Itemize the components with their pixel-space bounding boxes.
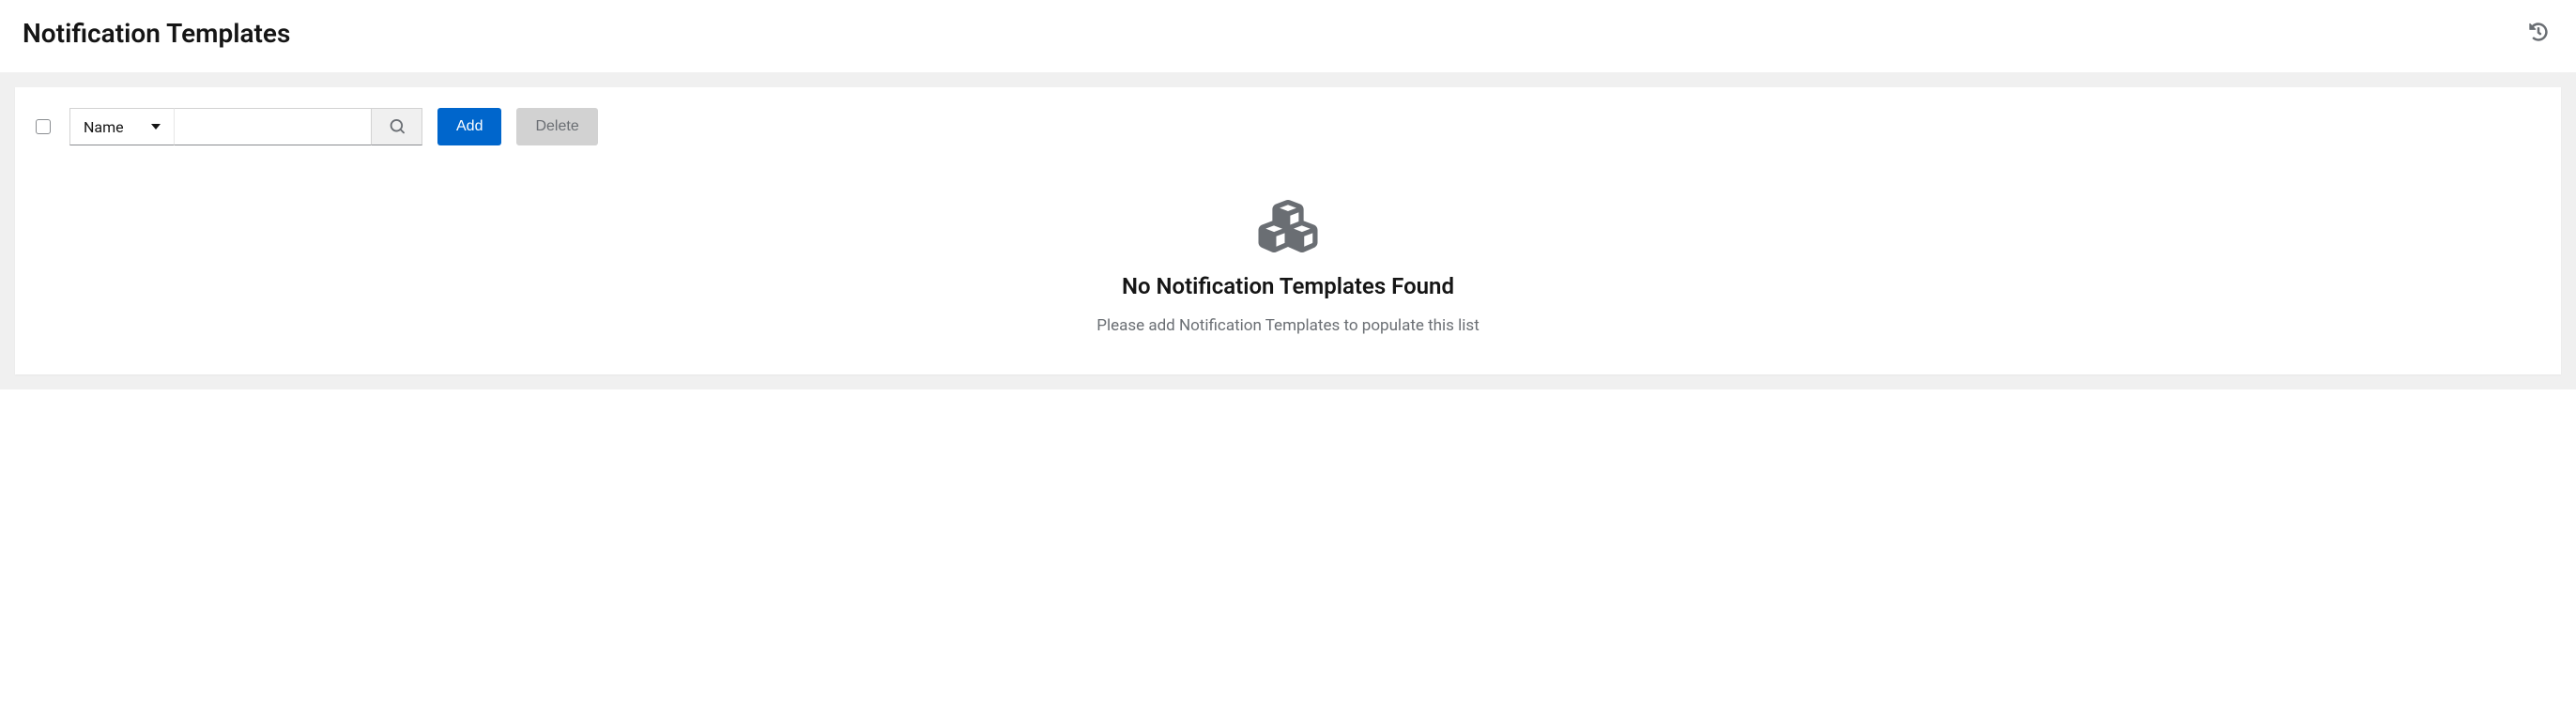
history-icon (2529, 23, 2548, 41)
empty-state-title: No Notification Templates Found (36, 273, 2540, 299)
content-area: Name Add Delete No Notification Templa (0, 72, 2576, 389)
empty-state-description: Please add Notification Templates to pop… (36, 316, 2540, 335)
search-button[interactable] (372, 108, 422, 145)
delete-button[interactable]: Delete (516, 108, 597, 145)
filter-field-label: Name (84, 118, 124, 136)
history-button[interactable] (2523, 17, 2553, 50)
search-icon (390, 119, 405, 134)
content-card: Name Add Delete No Notification Templa (15, 87, 2561, 374)
cubes-icon (1258, 200, 1318, 256)
search-input[interactable] (175, 108, 372, 145)
search-group: Name (69, 108, 422, 145)
page-title: Notification Templates (23, 18, 290, 49)
add-button[interactable]: Add (437, 108, 501, 145)
toolbar: Name Add Delete (36, 108, 2540, 145)
caret-down-icon (151, 124, 161, 130)
filter-field-select[interactable]: Name (69, 108, 175, 145)
empty-state: No Notification Templates Found Please a… (36, 191, 2540, 344)
select-all-checkbox[interactable] (36, 119, 51, 134)
page-header: Notification Templates (0, 0, 2576, 72)
